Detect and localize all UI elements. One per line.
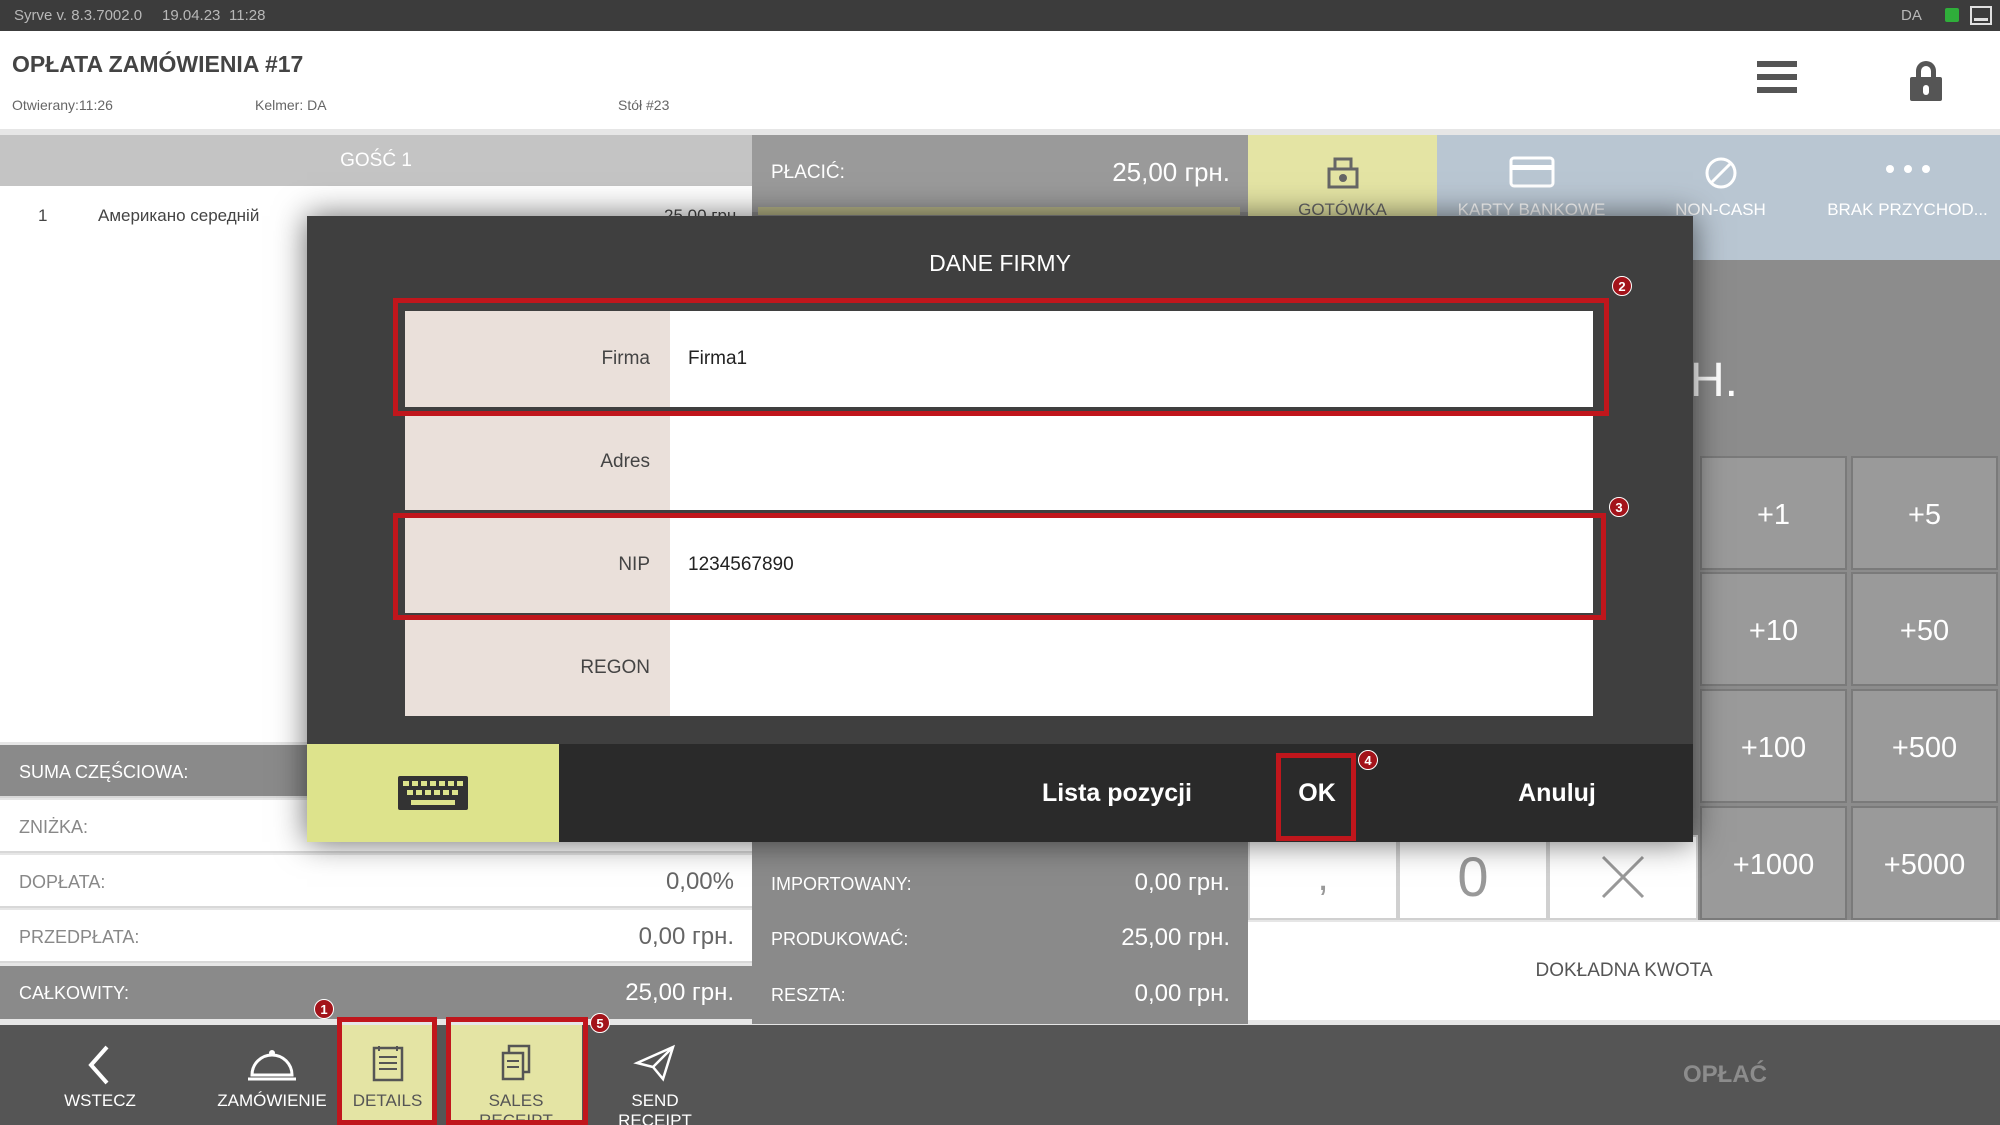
status-date: 19.04.23	[162, 7, 221, 24]
cash-register-icon	[1248, 155, 1437, 195]
cancel-button[interactable]: Anuluj	[1457, 744, 1657, 842]
annotation-box-nip	[393, 513, 1606, 620]
order-button[interactable]: ZAMÓWIENIE	[212, 1025, 332, 1125]
status-time: 11:28	[229, 7, 266, 24]
non-cash-icon	[1626, 155, 1815, 195]
total-row: CAŁKOWITY: 25,00 грн.	[0, 966, 752, 1019]
surcharge-label: DOPŁATA:	[19, 872, 106, 892]
quick-amount-button[interactable]: +1	[1700, 456, 1847, 570]
keypad-zero-button[interactable]: 0	[1398, 835, 1548, 920]
change-row: RESZTA: 0,00 грн.	[752, 966, 1248, 1021]
quick-amount-button[interactable]: +500	[1851, 689, 1998, 803]
prepayment-label: PRZEDPŁATA:	[19, 927, 140, 947]
annotation-box-details	[337, 1017, 437, 1125]
surcharge-row[interactable]: DOPŁATA: 0,00%	[0, 855, 752, 908]
produce-label: PRODUKOWAĆ:	[771, 929, 909, 949]
cloche-icon	[212, 1043, 332, 1087]
guest-header[interactable]: GOŚĆ 1	[0, 135, 752, 186]
chevron-left-icon	[50, 1043, 150, 1087]
surcharge-value: 0,00%	[665, 868, 734, 895]
payment-progress-bar	[758, 207, 1240, 215]
back-button[interactable]: WSTECZ	[50, 1025, 150, 1125]
field-label: Adres	[405, 414, 670, 510]
connection-status-icon	[1945, 8, 1959, 22]
annotation-box-company	[393, 298, 1609, 416]
item-name: Американо середній	[98, 206, 260, 225]
send-receipt-button[interactable]: SEND RECEIPT	[595, 1025, 715, 1125]
address-input[interactable]	[670, 414, 1593, 510]
annotation-box-ok	[1276, 753, 1356, 841]
imported-row: IMPORTOWANY: 0,00 грн.	[752, 855, 1248, 910]
payment-type-label: BRAK PRZYCHOD...	[1827, 200, 1988, 219]
pay-button[interactable]: OPŁAĆ	[1660, 1025, 1790, 1125]
to-pay-header: PŁACIĆ: 25,00 грн.	[752, 135, 1248, 212]
annotation-badge: 1	[314, 999, 334, 1019]
waiter-name: Kelmer: DA	[255, 97, 327, 113]
quick-amount-button[interactable]: +1000	[1700, 806, 1847, 920]
keypad-clear-button[interactable]	[1548, 835, 1698, 920]
amount-display: H.	[1690, 354, 1738, 407]
exact-amount-button[interactable]: DOKŁADNA KWOTA	[1248, 922, 2000, 1020]
annotation-badge: 5	[590, 1013, 610, 1033]
page-title: OPŁATA ZAMÓWIENIA #17	[12, 51, 304, 77]
produce-row: PRODUKOWAĆ: 25,00 грн.	[752, 910, 1248, 965]
annotation-badge: 4	[1358, 750, 1378, 770]
dialog-title: DANE FIRMY	[929, 250, 1071, 276]
quick-amount-button[interactable]: +100	[1700, 689, 1847, 803]
clear-x-icon	[1601, 855, 1645, 899]
quick-amount-button[interactable]: +5	[1851, 456, 1998, 570]
window-mode-icon[interactable]	[1970, 6, 1992, 25]
dialog-footer: Lista pozycji OK Anuluj	[307, 744, 1693, 842]
change-label: RESZTA:	[771, 985, 846, 1005]
produce-value: 25,00 грн.	[1121, 924, 1230, 951]
annotation-badge: 2	[1612, 276, 1632, 296]
keypad-comma-button[interactable]: ,	[1248, 835, 1398, 920]
field-label: REGON	[405, 620, 670, 716]
item-quantity: 1	[38, 206, 48, 225]
menu-icon[interactable]	[1757, 61, 1797, 97]
payment-type-no-income[interactable]: BRAK PRZYCHOD...	[1815, 135, 2000, 260]
imported-value: 0,00 грн.	[1134, 869, 1230, 896]
regon-input[interactable]	[670, 620, 1593, 716]
discount-label: ZNIŻKA:	[19, 817, 89, 837]
imported-label: IMPORTOWANY:	[771, 874, 912, 894]
send-receipt-label: SEND RECEIPT	[618, 1091, 692, 1125]
keyboard-icon	[398, 776, 468, 810]
back-label: WSTECZ	[64, 1091, 136, 1110]
status-user: DA	[1901, 7, 1922, 24]
change-value: 0,00 грн.	[1134, 980, 1230, 1007]
total-value: 25,00 грн.	[625, 979, 734, 1006]
status-bar: Syrve v. 8.3.7002.0 19.04.23 11:28 DA	[0, 0, 2000, 31]
lock-icon[interactable]	[1910, 61, 1942, 101]
quick-amount-button[interactable]: +10	[1700, 572, 1847, 686]
to-pay-value: 25,00 грн.	[1112, 157, 1230, 187]
quick-amount-button[interactable]: +50	[1851, 572, 1998, 686]
prepayment-row[interactable]: PRZEDPŁATA: 0,00 грн.	[0, 910, 752, 963]
keyboard-button[interactable]	[307, 744, 559, 842]
table-number: Stół #23	[618, 97, 670, 113]
item-list-button[interactable]: Lista pozycji	[957, 744, 1277, 842]
total-label: CAŁKOWITY:	[19, 983, 130, 1003]
more-dots-icon	[1815, 155, 2000, 195]
regon-field: REGON	[405, 620, 1593, 716]
quick-amount-button[interactable]: +5000	[1851, 806, 1998, 920]
opened-time: Otwierany:11:26	[12, 97, 113, 113]
prepayment-value: 0,00 грн.	[638, 923, 734, 950]
address-field: Adres	[405, 414, 1593, 510]
credit-card-icon	[1437, 155, 1626, 195]
paper-plane-icon	[595, 1043, 715, 1087]
order-header: OPŁATA ZAMÓWIENIA #17 Otwierany:11:26 Ke…	[0, 31, 2000, 129]
to-pay-label: PŁACIĆ:	[771, 162, 845, 183]
subtotal-label: SUMA CZĘŚCIOWA:	[19, 762, 189, 782]
annotation-badge: 3	[1609, 497, 1629, 517]
app-version: Syrve v. 8.3.7002.0	[14, 7, 143, 24]
annotation-box-sales-receipt	[446, 1017, 588, 1125]
order-label: ZAMÓWIENIE	[217, 1091, 327, 1110]
